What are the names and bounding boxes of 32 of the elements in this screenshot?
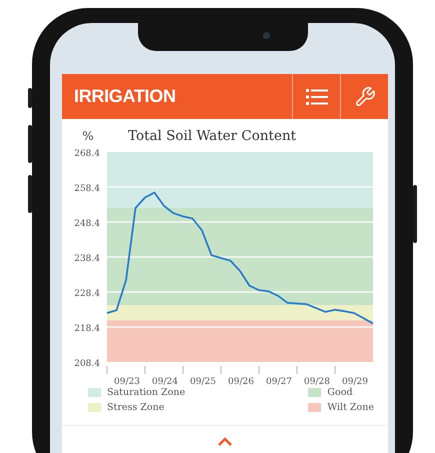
legend-label: Saturation Zone [107,387,186,398]
axis-label: 09/24 [152,377,178,385]
list-icon [306,88,328,106]
axis-label: 09/27 [266,377,292,385]
app-title: IRRIGATION [73,86,177,107]
wrench-icon [354,86,376,108]
axis-label: 258.4 [74,184,100,194]
chart-title: Total Soil Water Content [128,128,296,144]
legend-label: Good [327,387,353,398]
axis-label: 09/23 [114,377,140,385]
axis-label: 238.4 [74,254,100,264]
axis-label: 09/25 [190,377,216,385]
axis-label: 09/26 [228,377,254,385]
camera-icon [262,32,270,39]
axis-label: 208.4 [74,359,100,369]
axis-label: 09/28 [304,377,330,385]
tick-mark [258,366,260,374]
tick-mark [220,366,222,374]
tick-mark [296,366,298,374]
tick-mark [144,366,146,374]
axis-label: 268.4 [74,149,100,159]
tick-mark [182,366,184,374]
axis-label: 228.4 [74,289,100,299]
axis-label: 218.4 [74,324,100,334]
tick-mark [106,366,108,374]
chevron-up-icon[interactable] [217,437,233,446]
axis-unit: % [81,129,95,143]
axis-label: 248.4 [74,219,100,229]
legend-label: Wilt Zone [327,402,374,413]
axis-label: 09/29 [342,377,368,385]
legend-label: Stress Zone [107,402,164,413]
tick-mark [334,366,336,374]
